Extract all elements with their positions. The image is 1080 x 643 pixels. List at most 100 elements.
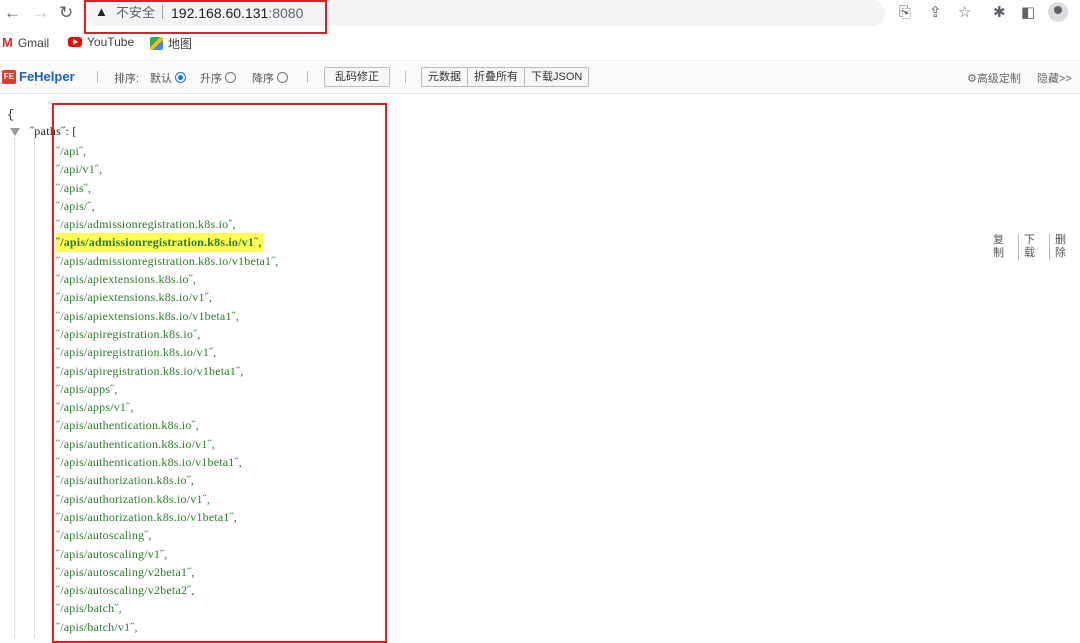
sort-asc-option[interactable]: 升序 bbox=[200, 70, 236, 86]
json-array-item: ˝/apis/autoscaling˝, bbox=[56, 526, 279, 544]
collapse-all-button[interactable]: 折叠所有 bbox=[468, 68, 525, 86]
bookmark-label: Gmail bbox=[17, 35, 50, 50]
radio-selected-icon[interactable] bbox=[175, 72, 186, 83]
bookmark-label: YouTube bbox=[87, 35, 135, 49]
path-string: ˝/apis/˝, bbox=[56, 198, 95, 213]
advanced-settings-link[interactable]: ⚙高级定制 bbox=[967, 70, 1021, 86]
hide-toolbar-link[interactable]: 隐藏>> bbox=[1037, 70, 1072, 86]
json-array-item: ˝/apis/apiextensions.k8s.io˝, bbox=[56, 270, 279, 288]
path-string: ˝/apis/apiextensions.k8s.io/v1beta1˝, bbox=[56, 308, 240, 323]
bookmark-maps[interactable]: 地图 bbox=[150, 35, 192, 52]
json-array-item: ˝/apis/apiextensions.k8s.io/v1beta1˝, bbox=[56, 307, 279, 325]
toolbar-divider bbox=[97, 71, 98, 83]
node-tools: 复制 下载 删除 bbox=[988, 234, 1080, 260]
path-string: ˝/apis/admissionregistration.k8s.io˝, bbox=[56, 217, 236, 232]
json-array-item: ˝/api/v1˝, bbox=[56, 160, 279, 178]
indent-guide bbox=[34, 138, 35, 638]
maps-icon bbox=[150, 37, 163, 50]
path-string: ˝/apis/authentication.k8s.io/v1˝, bbox=[56, 436, 215, 451]
path-string: ˝/apis/apiregistration.k8s.io/v1beta1˝, bbox=[56, 363, 244, 378]
toolbar-divider bbox=[405, 71, 406, 83]
json-array-item: ˝/apis/authorization.k8s.io˝, bbox=[56, 471, 279, 489]
json-array-item: ˝/apis/authentication.k8s.io˝, bbox=[56, 416, 279, 434]
path-string: ˝/api˝, bbox=[56, 144, 87, 158]
bookmark-label: 地图 bbox=[168, 37, 193, 51]
path-string: ˝/apis˝, bbox=[56, 180, 92, 195]
json-array-item: ˝/apis/authentication.k8s.io/v1beta1˝, bbox=[56, 453, 279, 471]
paths-array: ˝/api˝, ˝/api/v1˝, ˝/apis˝, ˝/apis/˝, ˝/apis… bbox=[56, 142, 279, 636]
path-string: ˝/apis/batch˝, bbox=[56, 601, 122, 616]
radio-icon[interactable] bbox=[225, 72, 236, 83]
download-json-button[interactable]: 下载JSON bbox=[525, 68, 588, 86]
json-array-item: ˝/apis/batch/v1˝, bbox=[56, 618, 279, 636]
download-button[interactable]: 下载 bbox=[1019, 234, 1050, 260]
paths-key: ˝paths˝: [ bbox=[30, 124, 77, 138]
json-array-item: ˝/apis/autoscaling/v1˝, bbox=[56, 545, 279, 563]
indent-guide bbox=[14, 138, 15, 638]
sort-label: 排序: bbox=[114, 73, 140, 85]
translate-icon[interactable]: ⎘ bbox=[899, 3, 911, 23]
json-array-item: ˝/apis/authentication.k8s.io/v1˝, bbox=[56, 435, 279, 453]
reload-icon[interactable]: ↻ bbox=[59, 2, 73, 24]
share-icon[interactable]: ⇪ bbox=[929, 3, 942, 23]
path-string: ˝/apis/authentication.k8s.io˝, bbox=[56, 418, 199, 433]
path-string: ˝/apis/authorization.k8s.io˝, bbox=[56, 473, 195, 488]
path-string: ˝/apis/apps/v1˝, bbox=[56, 400, 134, 415]
path-string: ˝/apis/autoscaling˝, bbox=[56, 528, 152, 543]
path-string: ˝/apis/apiregistration.k8s.io/v1˝, bbox=[56, 345, 217, 360]
json-array-item: ˝/api˝, bbox=[56, 142, 279, 160]
browser-toolbar: ← → ↻ ▲ 不安全 192.168.60.131:8080 ⎘ ⇪ ☆ ✱ … bbox=[0, 0, 1080, 34]
copy-button[interactable]: 复制 bbox=[988, 234, 1019, 260]
path-string: ˝/apis/apiregistration.k8s.io˝, bbox=[56, 326, 201, 341]
open-brace: { bbox=[7, 108, 15, 122]
json-array-item: ˝/apis/apiextensions.k8s.io/v1˝, bbox=[56, 288, 279, 306]
bookmark-youtube[interactable]: YouTube bbox=[68, 35, 134, 49]
profile-avatar[interactable] bbox=[1048, 2, 1068, 22]
fehelper-logo-icon: FE bbox=[2, 69, 16, 84]
json-actions-group: 元数据 折叠所有 下载JSON bbox=[421, 67, 590, 87]
path-string: ˝/apis/admissionregistration.k8s.io/v1be… bbox=[56, 253, 279, 268]
path-string: ˝/apis/apiextensions.k8s.io˝, bbox=[56, 272, 197, 287]
toolbar-divider bbox=[307, 71, 308, 83]
path-string: ˝/apis/autoscaling/v2beta1˝, bbox=[56, 564, 195, 579]
path-string: ˝/apis/apps˝, bbox=[56, 381, 118, 396]
radio-icon[interactable] bbox=[277, 72, 288, 83]
sort-default-option[interactable]: 默认 bbox=[150, 70, 186, 86]
json-array-item: ˝/apis/authorization.k8s.io/v1˝, bbox=[56, 490, 279, 508]
json-array-item: ˝/apis/autoscaling/v2beta1˝, bbox=[56, 563, 279, 581]
json-array-item: ˝/apis˝, bbox=[56, 179, 279, 197]
youtube-icon bbox=[68, 37, 82, 47]
path-string: ˝/apis/autoscaling/v1˝, bbox=[56, 546, 168, 561]
fehelper-logo[interactable]: FE FeHelper bbox=[2, 69, 75, 84]
star-icon[interactable]: ☆ bbox=[958, 3, 971, 23]
extensions-icon[interactable]: ✱ bbox=[993, 3, 1006, 23]
collapse-triangle-icon[interactable] bbox=[10, 128, 20, 136]
json-array-item: ˝/apis/batch˝, bbox=[56, 599, 279, 617]
forward-arrow-icon[interactable]: → bbox=[32, 2, 49, 24]
path-string: ˝/apis/authentication.k8s.io/v1beta1˝, bbox=[56, 455, 242, 470]
path-string: ˝/apis/batch/v1˝, bbox=[56, 619, 138, 634]
side-panel-icon[interactable]: ◧ bbox=[1021, 3, 1035, 23]
delete-button[interactable]: 删除 bbox=[1050, 234, 1080, 260]
path-string: ˝/apis/authorization.k8s.io/v1beta1˝, bbox=[56, 509, 238, 524]
json-array-item: ˝/apis/authorization.k8s.io/v1beta1˝, bbox=[56, 508, 279, 526]
path-string: ˝/apis/autoscaling/v2beta2˝, bbox=[56, 583, 195, 598]
fehelper-toolbar: FE FeHelper 排序: 默认 升序 降序 乱码修正 元数据 折叠所有 下… bbox=[0, 60, 1080, 94]
gmail-icon: M bbox=[2, 35, 13, 50]
raw-data-button[interactable]: 元数据 bbox=[422, 68, 468, 86]
json-array-item: ˝/apis/admissionregistration.k8s.io˝, bbox=[56, 215, 279, 233]
json-array-item: ˝/apis/admissionregistration.k8s.io/v1be… bbox=[56, 252, 279, 270]
bookmark-gmail[interactable]: M Gmail bbox=[2, 35, 49, 50]
json-array-item: ˝/apis/admissionregistration.k8s.io/v1˝, bbox=[56, 233, 279, 252]
json-array-item: ˝/apis/apiregistration.k8s.io˝, bbox=[56, 325, 279, 343]
fix-encoding-button[interactable]: 乱码修正 bbox=[324, 67, 390, 87]
json-viewer: { ˝paths˝: [ ˝/api˝, ˝/api/v1˝, ˝/apis˝, ˝/… bbox=[0, 100, 1080, 638]
url-annotation-box bbox=[84, 0, 327, 34]
json-array-item: ˝/apis/apps/v1˝, bbox=[56, 398, 279, 416]
back-arrow-icon[interactable]: ← bbox=[4, 2, 21, 24]
path-string: ˝/apis/admissionregistration.k8s.io/v1˝, bbox=[56, 233, 264, 252]
json-array-item: ˝/apis/apiregistration.k8s.io/v1˝, bbox=[56, 343, 279, 361]
json-array-item: ˝/apis/autoscaling/v2beta2˝, bbox=[56, 581, 279, 599]
sort-desc-option[interactable]: 降序 bbox=[252, 70, 288, 86]
json-array-item: ˝/apis/apps˝, bbox=[56, 380, 279, 398]
